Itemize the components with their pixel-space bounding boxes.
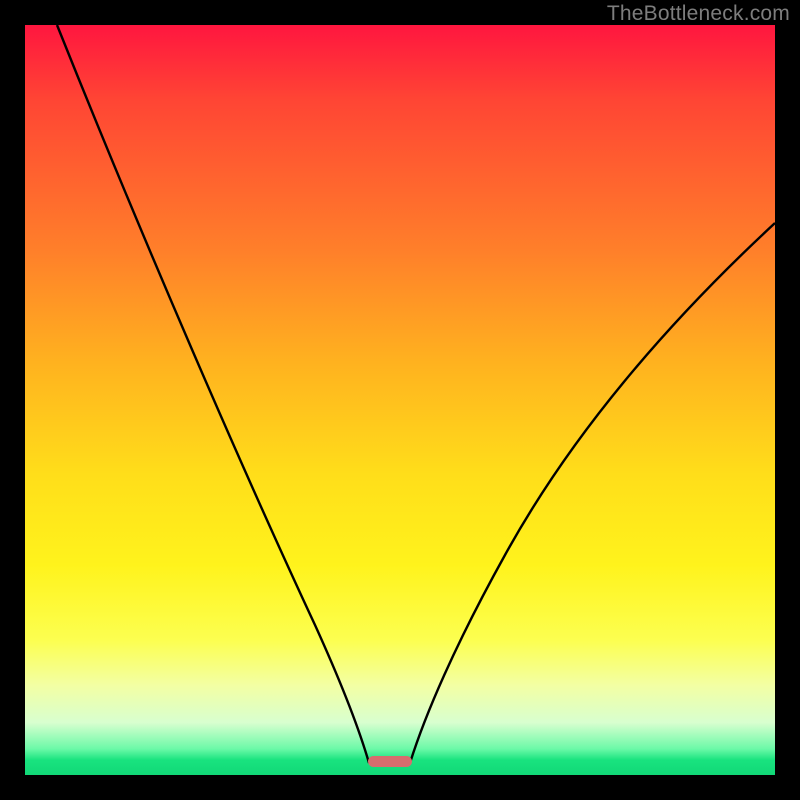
chart-frame: TheBottleneck.com — [0, 0, 800, 800]
curve-right — [410, 223, 775, 763]
bottleneck-curve — [25, 25, 775, 775]
watermark-text: TheBottleneck.com — [607, 2, 790, 26]
optimal-marker — [368, 756, 412, 767]
plot-area — [25, 25, 775, 775]
curve-left — [57, 25, 369, 763]
